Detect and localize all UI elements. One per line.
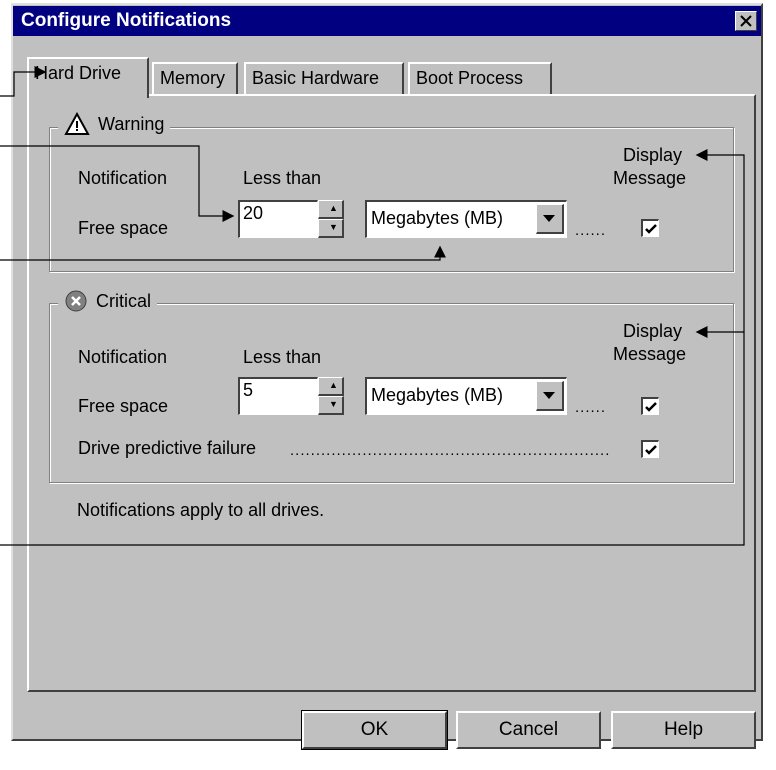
critical-col-notification: Notification — [78, 347, 168, 367]
critical-threshold-input[interactable]: 5 — [238, 377, 318, 415]
predictive-failure-label: Drive predictive failure — [78, 438, 257, 458]
close-icon — [740, 15, 752, 27]
critical-unit-value: Megabytes (MB) — [371, 385, 504, 405]
warning-col-less-than: Less than — [243, 168, 322, 188]
warning-col-notification: Notification — [78, 168, 168, 188]
critical-legend: Critical — [58, 289, 158, 313]
arrow-down-icon: ▼ — [329, 399, 338, 409]
critical-free-space-label: Free space — [78, 396, 169, 416]
tab-panel: Warning Notification Less than Display M… — [27, 94, 756, 692]
warning-col-message: Message — [613, 168, 687, 188]
warning-col-display: Display — [623, 145, 683, 165]
footer-note: Notifications apply to all drives. — [77, 500, 325, 520]
warning-unit-value: Megabytes (MB) — [371, 208, 504, 228]
warning-free-space-label: Free space — [78, 218, 169, 238]
warning-spin-up-button[interactable]: ▲ — [318, 200, 344, 219]
tab-hard-drive[interactable]: Hard Drive — [27, 57, 149, 98]
warning-unit-select[interactable]: Megabytes (MB) — [365, 200, 567, 238]
checkmark-icon — [645, 224, 657, 234]
warning-leader: ...... — [575, 222, 607, 239]
help-button[interactable]: Help — [611, 711, 756, 749]
critical-unit-dropdown-button[interactable] — [536, 381, 564, 411]
critical-group: Critical Notification Less than Display … — [49, 289, 734, 483]
tab-boot-process[interactable]: Boot Process — [408, 62, 552, 94]
checkmark-icon — [645, 402, 657, 412]
critical-col-display: Display — [623, 321, 683, 341]
chevron-down-icon — [543, 392, 555, 399]
warning-group: Warning Notification Less than Display M… — [49, 112, 734, 272]
checkmark-icon — [645, 445, 657, 455]
arrow-down-icon: ▼ — [329, 222, 338, 232]
chevron-down-icon — [543, 215, 555, 222]
arrow-up-icon: ▲ — [329, 203, 338, 213]
title-bar[interactable]: Configure Notifications — [13, 6, 761, 36]
critical-spin-down-button[interactable]: ▼ — [318, 396, 344, 415]
ok-button[interactable]: OK — [301, 710, 448, 750]
critical-title: Critical — [96, 290, 152, 311]
predictive-failure-checkbox[interactable] — [641, 440, 659, 458]
tab-basic-hardware[interactable]: Basic Hardware — [244, 62, 404, 94]
close-button[interactable] — [735, 11, 757, 31]
predictive-failure-leader: ........................................… — [290, 442, 610, 459]
warning-title: Warning — [98, 113, 165, 134]
warning-spin-down-button[interactable]: ▼ — [318, 219, 344, 238]
critical-col-less-than: Less than — [243, 347, 322, 367]
warning-threshold-input[interactable]: 20 — [238, 200, 318, 238]
tab-memory[interactable]: Memory — [152, 62, 238, 94]
warning-unit-dropdown-button[interactable] — [536, 204, 564, 234]
window-title: Configure Notifications — [21, 10, 232, 31]
arrow-up-icon: ▲ — [329, 380, 338, 390]
critical-x-circle-icon — [65, 290, 87, 312]
critical-unit-select[interactable]: Megabytes (MB) — [365, 377, 567, 415]
critical-leader: ...... — [575, 399, 607, 416]
cancel-button[interactable]: Cancel — [456, 711, 601, 749]
critical-col-message: Message — [613, 344, 687, 364]
warning-triangle-icon — [64, 112, 90, 135]
critical-display-checkbox[interactable] — [641, 397, 659, 415]
warning-legend: Warning — [58, 112, 171, 136]
warning-display-checkbox[interactable] — [641, 219, 659, 237]
critical-spin-up-button[interactable]: ▲ — [318, 377, 344, 396]
